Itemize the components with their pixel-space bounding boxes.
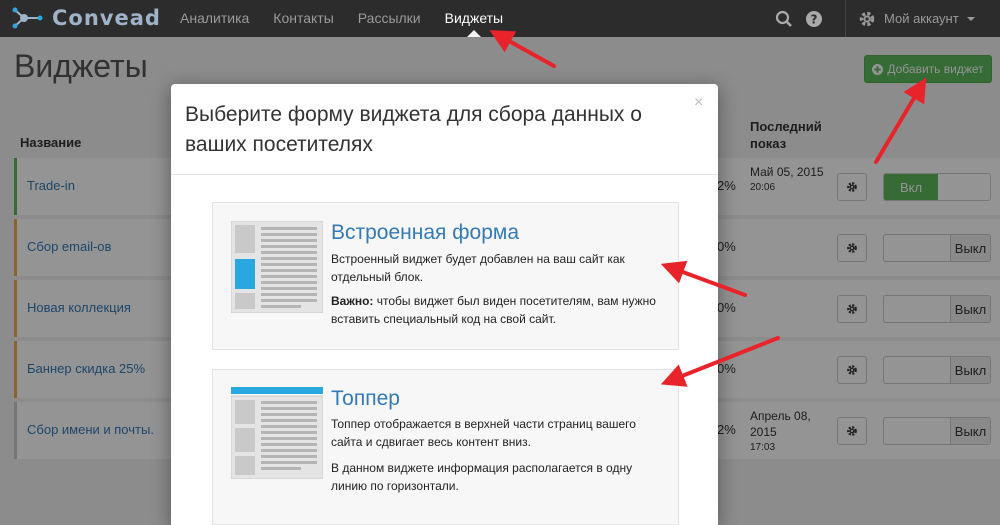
embedded-form-preview-icon <box>231 221 323 313</box>
option-description: Топпер отображается в верхней части стра… <box>331 417 636 449</box>
modal-title: Выберите форму виджета для сбора данных … <box>185 103 642 156</box>
search-icon[interactable] <box>769 0 799 37</box>
help-icon[interactable]: ? <box>799 0 829 37</box>
nav-item-analytics[interactable]: Аналитика <box>168 0 261 37</box>
option-topper[interactable]: Топпер Топпер отображается в верхней час… <box>212 369 679 525</box>
option-title[interactable]: Топпер <box>331 387 400 411</box>
nav-item-mailings[interactable]: Рассылки <box>346 0 433 37</box>
nav-item-contacts[interactable]: Контакты <box>261 0 345 37</box>
modal-divider <box>171 174 718 175</box>
close-icon[interactable]: × <box>694 94 703 112</box>
top-navbar: Convead Аналитика Контакты Рассылки Видж… <box>0 0 1000 37</box>
main-nav: Аналитика Контакты Рассылки Виджеты <box>168 0 515 37</box>
account-label: Мой аккаунт <box>884 11 959 26</box>
svg-text:?: ? <box>811 12 818 26</box>
brand-logo[interactable]: Convead <box>12 6 161 30</box>
nav-right: ? Мой аккаунт <box>769 0 1000 37</box>
option-embedded-form[interactable]: Встроенная форма Встроенный виджет будет… <box>212 202 679 350</box>
widget-type-modal: Выберите форму виджета для сбора данных … <box>171 84 718 525</box>
option-title[interactable]: Встроенная форма <box>331 221 519 245</box>
option-note-text: чтобы виджет был виден посетителям, вам … <box>331 294 656 326</box>
topper-preview-icon <box>231 387 323 479</box>
option-note-bold: Важно: <box>331 294 374 308</box>
active-caret <box>466 30 481 37</box>
nav-item-widgets[interactable]: Виджеты <box>433 0 516 37</box>
gear-icon <box>859 11 875 26</box>
brand-name: Convead <box>52 6 161 30</box>
option-note: Важно: чтобы виджет был виден посетителя… <box>331 292 666 328</box>
logo-icon <box>12 7 43 29</box>
account-menu[interactable]: Мой аккаунт <box>845 0 1000 37</box>
option-description: Встроенный виджет будет добавлен на ваш … <box>331 252 625 284</box>
caret-down-icon <box>966 16 975 21</box>
option-note: В данном виджете информация располагаетс… <box>331 461 633 493</box>
nav-item-widgets-label: Виджеты <box>444 10 504 26</box>
